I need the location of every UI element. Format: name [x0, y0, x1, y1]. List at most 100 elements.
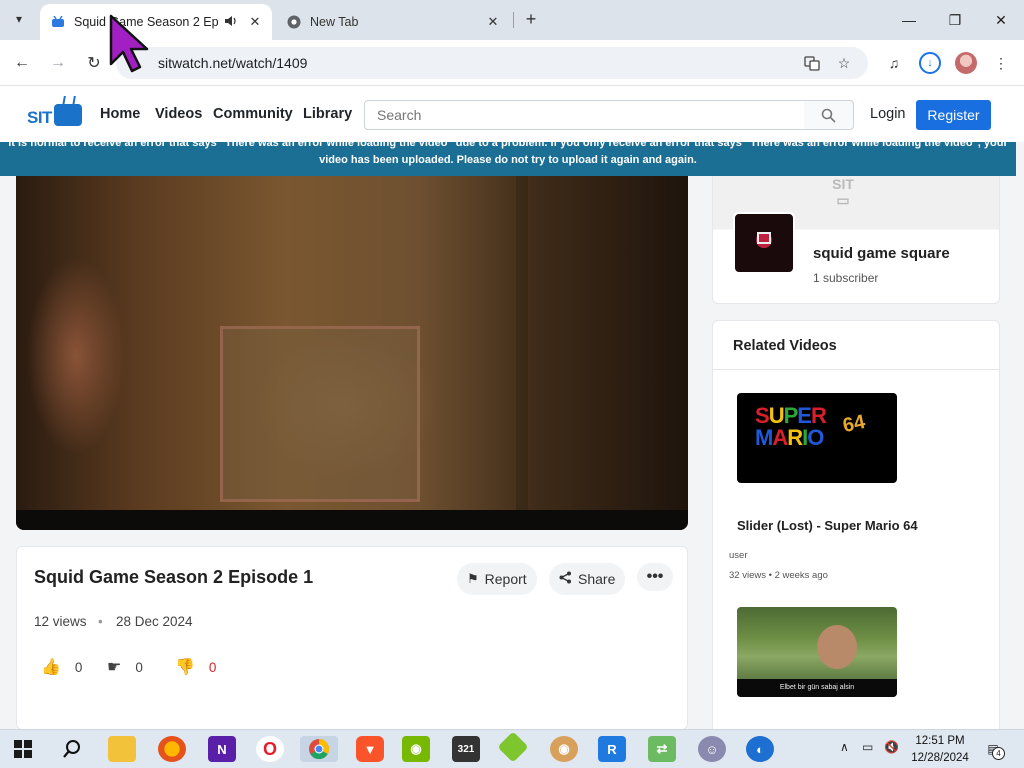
media-control-icon[interactable]: ♫	[883, 52, 905, 74]
search-icon[interactable]	[58, 736, 86, 762]
nvidia-icon[interactable]: ◉	[402, 736, 430, 762]
clock-time: 12:51 PM	[915, 735, 965, 747]
related-video-meta: 32 views • 2 weeks ago	[729, 570, 828, 581]
translate-icon[interactable]	[802, 53, 822, 73]
report-button[interactable]: ⚑ Report	[457, 563, 537, 595]
dislike-count: 0	[208, 659, 217, 675]
chrome-taskbar-icon[interactable]	[300, 736, 338, 762]
site-logo[interactable]: SIT	[27, 96, 83, 130]
search-input[interactable]	[364, 100, 805, 130]
thumbnail-64-art: 64	[840, 410, 868, 438]
sitwatch-favicon	[50, 14, 66, 30]
thumbs-down-icon: 👎	[175, 659, 195, 676]
system-clock[interactable]: 12:51 PM 12/28/2024	[904, 733, 976, 767]
reload-icon[interactable]: ↻	[82, 51, 106, 75]
windows-taskbar: N O ▼ ◉ 321 ◉ R ⇄ ☺ ◐ ∧ ▭ 🔇 12:51 PM 12/…	[0, 729, 1024, 768]
browser-tab-bar: ▾ Squid Game Season 2 Episo ✕ New Tab ✕ …	[0, 0, 1024, 40]
opera-icon[interactable]: O	[256, 736, 284, 762]
new-tab-plus-icon[interactable]: +	[520, 8, 542, 30]
related-videos-heading: Related Videos	[733, 338, 837, 354]
app-network-icon[interactable]: ⇄	[648, 736, 676, 762]
brave-icon[interactable]: ▼	[356, 736, 384, 762]
site-header: SIT Home Videos Community Library Login …	[0, 86, 1024, 142]
login-link[interactable]: Login	[870, 106, 905, 122]
video-frame-detail	[516, 176, 528, 530]
hand-point-icon: ☛	[107, 659, 122, 676]
back-arrow-icon[interactable]: ←	[10, 51, 34, 75]
upload-date: 28 Dec 2024	[116, 614, 193, 629]
tab-new-tab[interactable]: New Tab ✕	[276, 4, 510, 40]
tab-search-icon[interactable]: ▾	[8, 8, 30, 30]
related-thumbnail-super-mario[interactable]: SUPER MARIO 64	[737, 393, 897, 483]
menu-kebab-icon[interactable]: ⋮	[990, 52, 1012, 74]
notification-count: 4	[992, 747, 1005, 760]
app-r-icon[interactable]: R	[598, 736, 626, 762]
related-thumbnail-2[interactable]: Elbet bir gün sabaj alsin	[737, 607, 897, 697]
address-bar[interactable]: ⚙ sitwatch.net/watch/1409	[116, 47, 868, 79]
related-videos-card: Related Videos SUPER MARIO 64 Slider (Lo…	[712, 320, 1000, 740]
browser-toolbar: ← → ↻ ⚙ sitwatch.net/watch/1409 ☆ ♫ ↓ ⋮	[0, 40, 1024, 86]
volume-muted-icon[interactable]: 🔇	[884, 740, 899, 754]
video-frame-detail	[220, 326, 420, 502]
app-blue-icon[interactable]: ◐	[746, 736, 774, 762]
bookmark-star-icon[interactable]: ☆	[834, 53, 854, 73]
share-label: Share	[578, 571, 616, 587]
share-button[interactable]: Share	[549, 563, 626, 595]
app-green-icon[interactable]	[497, 731, 529, 763]
logo-tv-icon	[54, 104, 82, 126]
nav-library[interactable]: Library	[303, 106, 352, 122]
app-eye-icon[interactable]: ◉	[550, 736, 578, 762]
reaction-button[interactable]: ☛ 0	[107, 657, 143, 677]
profile-avatar[interactable]	[955, 52, 977, 74]
url-text: sitwatch.net/watch/1409	[158, 55, 308, 71]
tab-title: New Tab	[310, 15, 359, 29]
channel-card: SIT ▭ squid game square 1 subscriber	[712, 176, 1000, 304]
channel-avatar[interactable]	[733, 212, 795, 274]
tray-chevron-icon[interactable]: ∧	[840, 740, 849, 754]
register-button[interactable]: Register	[916, 100, 991, 130]
tab-separator	[513, 12, 514, 28]
nav-community[interactable]: Community	[213, 106, 293, 122]
reaction-count: 0	[135, 659, 143, 675]
related-video-user[interactable]: user	[729, 550, 747, 561]
video-player[interactable]	[16, 176, 688, 530]
tab-squid-game[interactable]: Squid Game Season 2 Episo ✕	[40, 4, 272, 40]
like-button[interactable]: 👍 0	[41, 657, 82, 677]
video-controls-bar[interactable]	[16, 510, 688, 530]
nav-videos[interactable]: Videos	[155, 106, 202, 122]
like-count: 0	[74, 659, 83, 675]
more-options-button[interactable]: •••	[637, 563, 673, 591]
channel-banner-logo: SIT ▭	[832, 176, 854, 208]
upload-notice-banner: It is normal to receive an error that sa…	[0, 142, 1016, 176]
download-icon[interactable]: ↓	[919, 52, 941, 74]
report-label: Report	[484, 571, 527, 587]
file-explorer-icon[interactable]	[108, 736, 136, 762]
channel-name[interactable]: squid game square	[813, 245, 950, 262]
nav-home[interactable]: Home	[100, 106, 140, 122]
notification-center-icon[interactable]: ▤4	[982, 739, 1005, 760]
dislike-button[interactable]: 👎 0	[175, 657, 216, 677]
meta-separator: •	[98, 614, 103, 629]
notice-line-2: video has been uploaded. Please do not t…	[319, 154, 697, 166]
close-tab-icon[interactable]: ✕	[246, 13, 264, 31]
firefox-icon[interactable]	[158, 736, 186, 762]
flag-icon: ⚑	[467, 571, 479, 586]
clock-date: 12/28/2024	[911, 752, 969, 764]
close-window-icon[interactable]: ✕	[978, 0, 1024, 40]
restore-icon[interactable]: ❐	[932, 0, 978, 40]
forward-arrow-icon[interactable]: →	[46, 51, 70, 75]
media-player-icon[interactable]: 321	[452, 736, 480, 762]
app-ghost-icon[interactable]: ☺	[698, 736, 726, 762]
close-tab-icon[interactable]: ✕	[484, 13, 502, 31]
share-icon	[559, 571, 572, 587]
video-info-card: Squid Game Season 2 Episode 1 ⚑ Report S…	[16, 546, 688, 730]
audio-playing-icon[interactable]	[224, 15, 240, 30]
windows-start-icon[interactable]	[14, 740, 32, 758]
subscriber-count: 1 subscriber	[813, 271, 879, 285]
view-count: 12 views	[34, 614, 87, 629]
minimize-icon[interactable]: —	[886, 0, 932, 40]
notepad-app-icon[interactable]: N	[208, 736, 236, 762]
related-video-title[interactable]: Slider (Lost) - Super Mario 64	[737, 518, 918, 533]
search-button[interactable]	[804, 100, 854, 130]
network-icon[interactable]: ▭	[862, 740, 873, 754]
